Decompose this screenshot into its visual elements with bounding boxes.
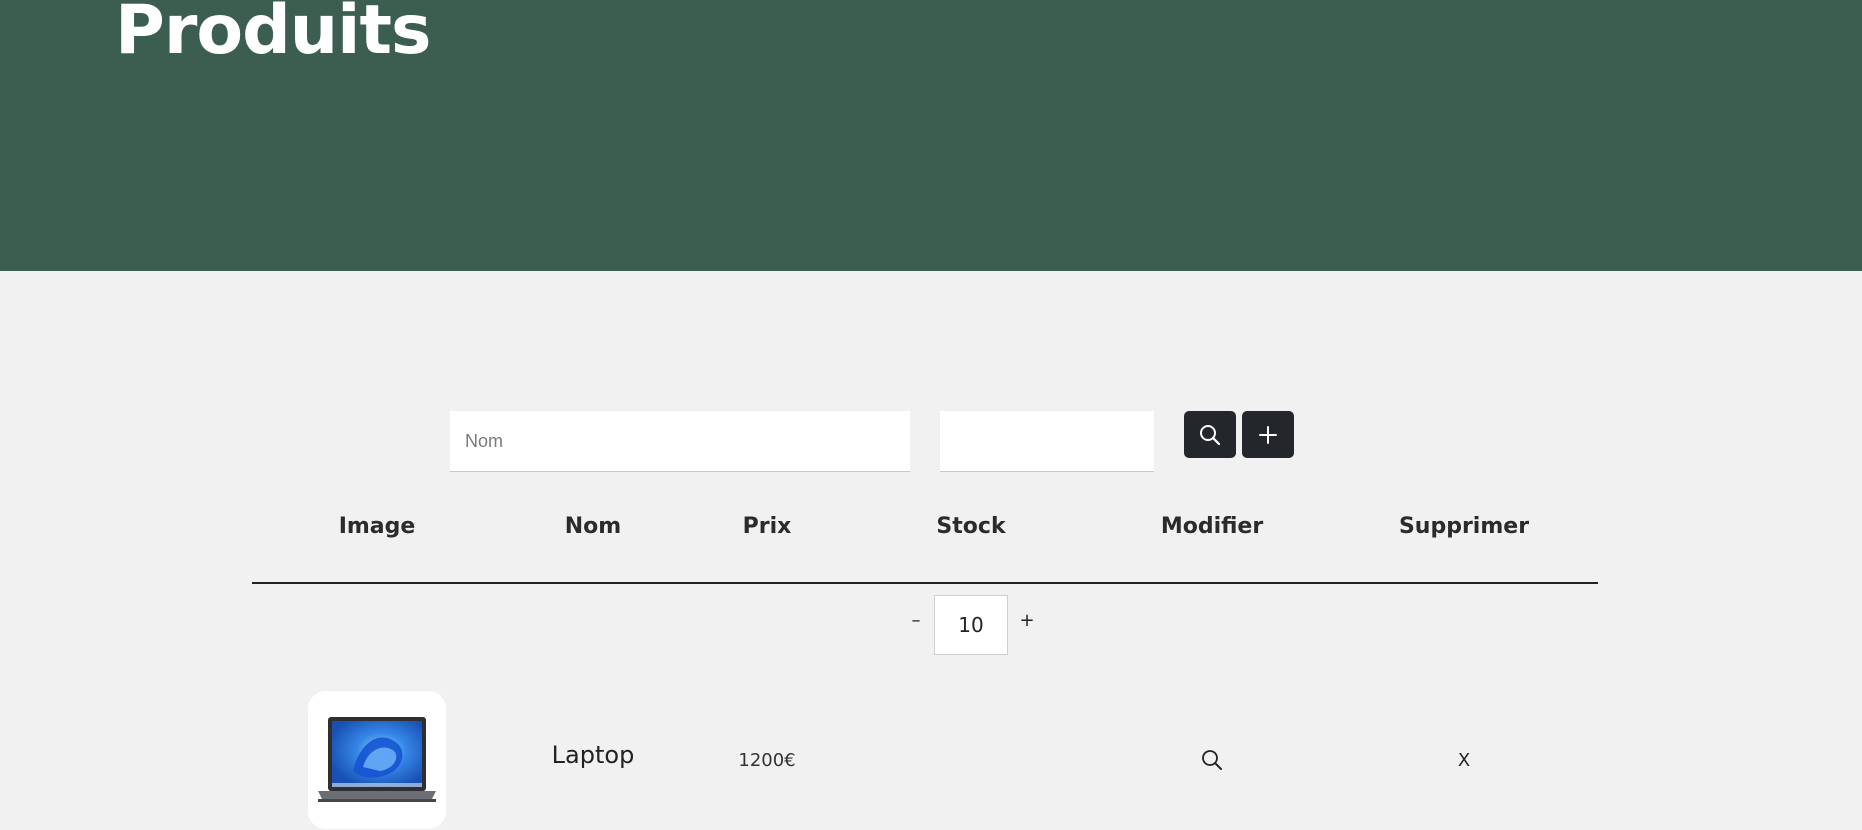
column-header-price: Prix [742, 514, 792, 539]
laptop-image [308, 691, 446, 829]
page-title: Produits [115, 0, 431, 70]
page-size-increment-button[interactable]: + [1019, 610, 1034, 631]
column-header-image: Image [338, 514, 416, 539]
plus-icon [1259, 425, 1277, 444]
page-header: Produits [0, 0, 1862, 271]
column-header-delete: Supprimer [1398, 514, 1530, 539]
product-image [308, 691, 446, 829]
search-icon [1202, 750, 1222, 770]
delete-product-button[interactable]: X [1458, 750, 1470, 771]
edit-product-button[interactable] [1201, 749, 1223, 776]
page-size-input[interactable] [934, 595, 1008, 655]
name-search-input[interactable] [450, 411, 910, 472]
table-header-divider [252, 582, 1598, 584]
add-product-button[interactable] [1242, 411, 1294, 458]
product-name: Laptop [551, 741, 635, 769]
product-price: 1200€ [738, 750, 796, 771]
column-header-stock: Stock [936, 514, 1006, 539]
page-size-decrement-button[interactable]: – [912, 610, 921, 631]
search-button[interactable] [1184, 411, 1236, 458]
column-header-edit: Modifier [1160, 514, 1264, 539]
column-header-name: Nom [564, 514, 622, 539]
search-icon [1200, 424, 1221, 445]
price-search-input[interactable] [940, 411, 1154, 472]
